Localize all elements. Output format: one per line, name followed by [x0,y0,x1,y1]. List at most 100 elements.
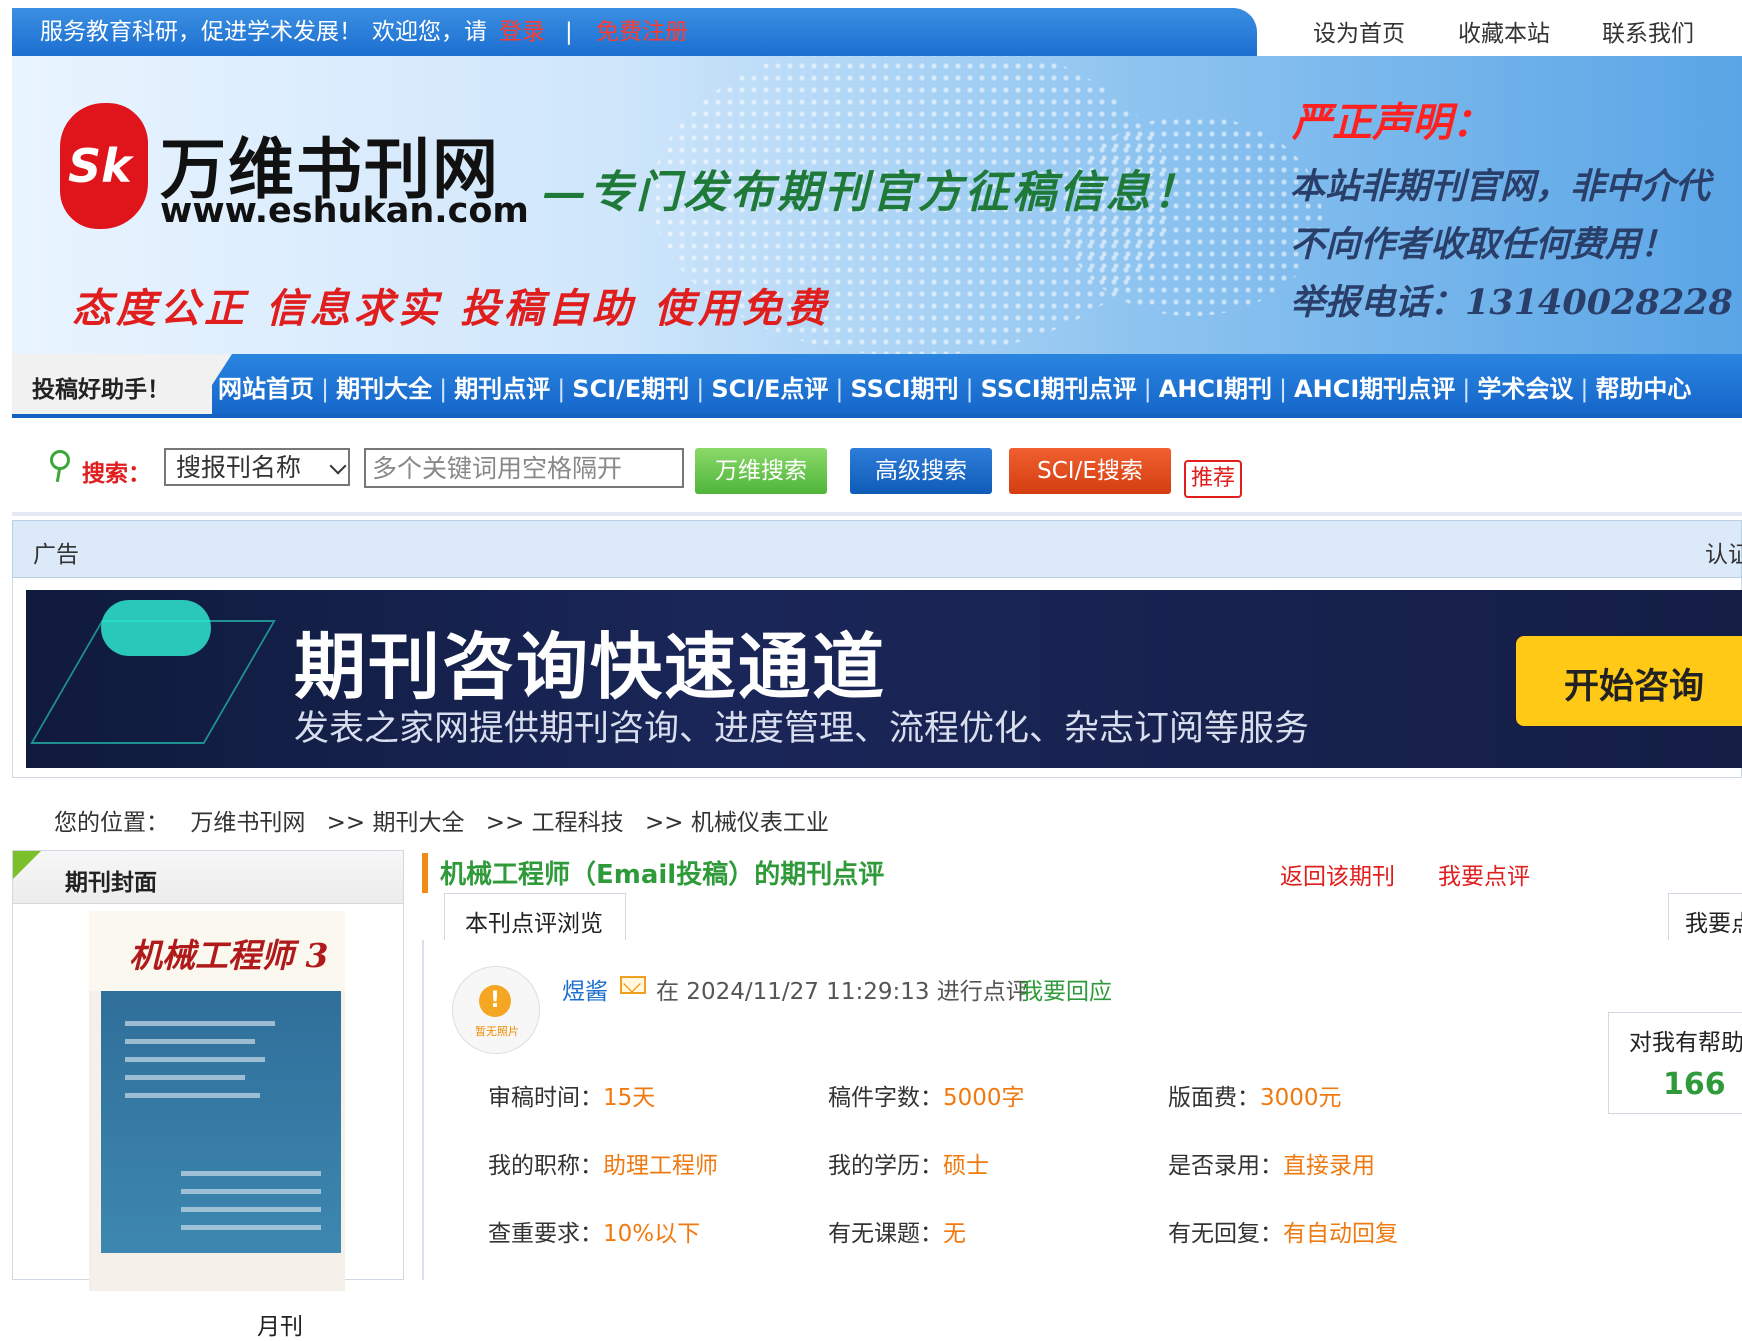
banner-slogan: —专门发布期刊官方征稿信息！ [542,167,1200,218]
nav-item[interactable]: 帮助中心 [1595,375,1691,403]
cloud-icon [101,600,211,656]
site-url: www.eshukan.com [160,191,529,231]
field-value: 有自动回复 [1283,1221,1398,1247]
register-link[interactable]: 免费注册 [596,8,688,56]
cover-frequency: 月刊 [257,1314,303,1340]
review-title-marker [422,853,428,893]
nav-underline [12,414,1742,418]
nav-separator: | [1278,375,1288,403]
tab-write-review[interactable]: 我要点评 [1668,893,1742,941]
top-slogan: 服务教育科研，促进学术发展！ [40,19,362,45]
search-pin-icon [55,467,62,483]
field-label: 有无课题： [828,1221,943,1247]
nav-item[interactable]: 期刊点评 [454,375,550,403]
ad-consult-button[interactable]: 开始咨询 [1516,636,1742,726]
notice-line: 举报电话：13140028228 冯老师 [1290,282,1742,323]
search-type-select[interactable]: 搜报刊名称 [164,448,350,486]
helpful-vote-box[interactable]: 对我有帮助 166 [1608,1012,1742,1114]
nav-separator: | [1580,375,1589,403]
tab-write-review-label: 我要点评 [1685,911,1742,937]
nav-separator: | [835,375,844,403]
breadcrumb-item[interactable]: >> 机械仪表工业 [645,810,829,836]
nav-item[interactable]: SSCI期刊 [850,375,958,403]
reviewer-name-link[interactable]: 煜酱 [562,972,608,1006]
breadcrumb-item[interactable]: >> 工程科技 [486,810,624,836]
cover-body [101,991,341,1253]
nav-item[interactable]: SCI/E点评 [711,375,828,403]
field-value: 5000字 [943,1085,1025,1111]
logo-stamp[interactable]: Sk [60,103,148,229]
sci-search-button[interactable]: SCI/E搜索 [1009,448,1171,494]
breadcrumb-prefix: 您的位置： [54,810,169,836]
search-input[interactable] [364,448,684,488]
breadcrumb-item[interactable]: 万维书刊网 [190,810,305,836]
nav-separator: | [557,375,566,403]
cover-text-line [181,1171,321,1176]
tab-review-browse[interactable]: 本刊点评浏览 [444,893,626,941]
cover-title-bar: 期刊封面 [13,851,403,904]
ad-label: 广告 [33,542,79,568]
cover-panel: 期刊封面 机械工程师 3 月刊 [12,850,404,1340]
field-label: 我的职称： [488,1153,603,1179]
cover-masthead: 机械工程师 3 [89,911,345,991]
field-value: 3000元 [1260,1085,1342,1111]
review-field: 查重要求：10%以下 [488,1214,700,1248]
nav-item[interactable]: 学术会议 [1477,375,1573,403]
wanwei-search-button[interactable]: 万维搜索 [695,448,827,494]
contact-link[interactable]: 联系我们 [1602,14,1694,48]
search-bar: 搜索： 搜报刊名称 万维搜索 高级搜索 SCI/E搜索 推荐 [12,420,1742,516]
cover-text-line [181,1225,321,1230]
cover-text-line [181,1189,321,1194]
cover-text-line [181,1207,321,1212]
review-field: 我的职称：助理工程师 [488,1146,718,1180]
journal-cover-image[interactable]: 机械工程师 3 月刊 [89,911,345,1340]
nav-item[interactable]: AHCI期刊 [1159,375,1272,403]
review-field: 是否录用：直接录用 [1168,1146,1375,1180]
notice-line: 本站非期刊官网，非中介代 [1290,166,1711,207]
welcome-text: 欢迎您，请 [372,19,487,45]
review-timestamp: 在 2024/11/27 11:29:13 进行点评 [656,979,1029,1005]
nav-item[interactable]: AHCI期刊点评 [1294,375,1455,403]
search-label: 搜索： [82,461,151,487]
set-home-link[interactable]: 设为首页 [1313,14,1405,48]
write-review-link[interactable]: 我要点评 [1438,857,1530,891]
ad-right-text[interactable]: 认证 [1705,535,1742,569]
field-label: 查重要求： [488,1221,603,1247]
field-value: 15天 [603,1085,656,1111]
nav-items: 网站首页 | 期刊大全 | 期刊点评 | SCI/E期刊 | SCI/E点评 | SSCI期刊 | SS… [218,369,1691,404]
field-value: 助理工程师 [603,1153,718,1179]
nav-item[interactable]: 网站首页 [218,375,314,403]
field-value: 无 [943,1221,966,1247]
breadcrumb-item[interactable]: >> 期刊大全 [327,810,465,836]
bookmark-link[interactable]: 收藏本站 [1458,14,1550,48]
mail-icon[interactable] [620,975,646,994]
nav-item[interactable]: SSCI期刊点评 [981,375,1137,403]
ad-subtitle: 发表之家网提供期刊咨询、进度管理、流程优化、杂志订阅等服务 [294,709,1310,749]
reply-link[interactable]: 我要回应 [1020,972,1112,1006]
nav-separator: | [439,375,448,403]
ad-title: 期刊咨询快速通道 [294,625,887,709]
ad-header: 广告 认证 [12,520,1742,578]
review-field: 我的学历：硕士 [828,1146,989,1180]
ad-banner[interactable]: 期刊咨询快速通道 发表之家网提供期刊咨询、进度管理、流程优化、杂志订阅等服务 开… [26,590,1742,768]
advanced-search-button[interactable]: 高级搜索 [850,448,992,494]
nav-item[interactable]: SCI/E期刊 [572,375,689,403]
back-to-journal-link[interactable]: 返回该期刊 [1280,857,1395,891]
cover-text-line [125,1093,260,1098]
cover-text-line [125,1021,275,1026]
field-value: 10%以下 [603,1221,701,1247]
field-value: 硕士 [943,1153,989,1179]
cover-text-line [125,1039,255,1044]
field-label: 我的学历： [828,1153,943,1179]
banner-motto: 态度公正 信息求实 投稿自助 使用免费 [72,285,830,332]
corner-marker [13,851,41,879]
recommend-button[interactable]: 推荐 [1184,460,1242,498]
search-pin-icon [50,450,70,470]
nav-helper-label: 投稿好助手！ [32,377,170,403]
review-field: 有无课题：无 [828,1214,966,1248]
exclamation-icon: ! [479,985,511,1017]
nav-item[interactable]: 期刊大全 [336,375,432,403]
field-label: 稿件字数： [828,1085,943,1111]
login-link[interactable]: 登录 [499,8,545,56]
nav-helper: 投稿好助手！ [12,354,212,416]
